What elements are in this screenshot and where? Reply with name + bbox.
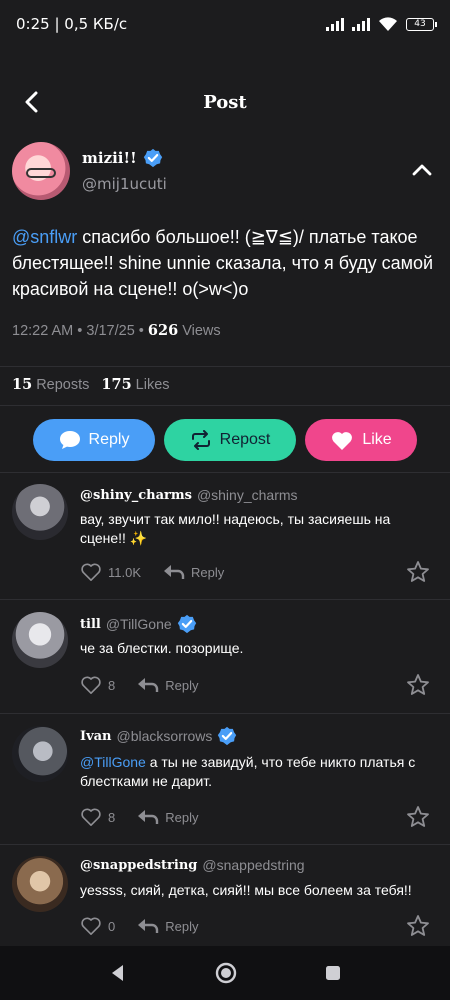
comment-reply-label: Reply xyxy=(165,677,199,693)
comment-item: till @TillGone че за блестки. позорище. … xyxy=(0,599,450,713)
comment-like-button[interactable]: 11.0K xyxy=(80,562,141,582)
comment-avatar[interactable] xyxy=(12,612,68,668)
comment-reply-label: Reply xyxy=(165,918,199,934)
nav-recents-icon[interactable] xyxy=(324,964,342,982)
post-body: @snflwr спасибо большое!! (≧∇≦)/ платье … xyxy=(12,224,438,302)
top-navigation: Post xyxy=(0,78,450,126)
comment-text: че за блестки. позорище. xyxy=(80,640,244,656)
comment-like-count: 11.0K xyxy=(108,564,142,580)
divider xyxy=(0,405,450,406)
comment-author-name[interactable]: Ivan xyxy=(80,729,112,744)
comment-author-name[interactable]: @snappedstring xyxy=(80,858,197,873)
comment-avatar[interactable] xyxy=(12,856,68,912)
comment-avatar[interactable] xyxy=(12,484,68,540)
chevron-left-icon xyxy=(25,91,38,113)
author-name[interactable]: mizii!! xyxy=(82,149,137,167)
reply-button[interactable]: Reply xyxy=(33,419,155,461)
comment-reply-label: Reply xyxy=(191,564,225,580)
star-icon[interactable] xyxy=(406,914,430,938)
comment-author-handle[interactable]: @TillGone xyxy=(106,616,172,632)
comment-text: вау, звучит так мило!! надеюсь, ты засия… xyxy=(80,511,391,546)
verified-icon xyxy=(218,726,237,746)
comment-text: @TillGone а ты не завидуй, что тебе никт… xyxy=(80,753,440,791)
comment-author-name[interactable]: till xyxy=(80,617,101,632)
comment-author-name[interactable]: @shiny_charms xyxy=(80,488,192,503)
repost-button-label: Repost xyxy=(219,431,271,448)
post-author: mizii!! @mij1ucuti xyxy=(12,142,438,202)
system-navigation-bar xyxy=(0,946,450,1000)
comment-reply-button[interactable]: Reply xyxy=(137,918,198,934)
reposts-label: Reposts xyxy=(36,377,90,393)
heart-outline-icon xyxy=(81,563,101,581)
battery-icon: 43 xyxy=(406,17,437,31)
comment-like-count: 8 xyxy=(108,809,116,825)
post-mention[interactable]: @snflwr xyxy=(12,227,77,247)
chevron-up-icon[interactable] xyxy=(410,160,434,180)
comment-reply-button[interactable]: Reply xyxy=(163,564,224,580)
page-title: Post xyxy=(203,91,247,113)
signal-icon-2 xyxy=(352,17,370,31)
comment-like-button[interactable]: 0 xyxy=(80,916,115,936)
nav-back-icon[interactable] xyxy=(108,963,128,983)
reposts-stat[interactable]: 15 Reposts xyxy=(12,376,89,393)
comment-like-count: 8 xyxy=(108,677,116,693)
like-button[interactable]: Like xyxy=(305,419,417,461)
reply-button-label: Reply xyxy=(88,431,130,448)
author-avatar[interactable] xyxy=(12,142,70,200)
comment-avatar[interactable] xyxy=(12,726,68,782)
comment-reply-label: Reply xyxy=(165,809,199,825)
divider xyxy=(0,366,450,367)
verified-icon xyxy=(143,148,162,168)
author-handle[interactable]: @mij1ucuti xyxy=(82,175,167,193)
repost-button[interactable]: Repost xyxy=(164,419,296,461)
comment-item: @shiny_charms @shiny_charms вау, звучит … xyxy=(0,472,450,599)
post-meta: 12:22 AM • 3/17/25 • 626 Views xyxy=(12,322,438,339)
views-label: Views xyxy=(182,323,221,339)
comment-text: yessss, сияй, детка, сияй!! мы все более… xyxy=(80,882,412,898)
star-icon[interactable] xyxy=(406,673,430,697)
comment-author-handle[interactable]: @shiny_charms xyxy=(197,487,298,503)
comment-like-button[interactable]: 8 xyxy=(80,807,115,827)
likes-label: Likes xyxy=(135,377,170,393)
heart-outline-icon xyxy=(81,808,101,826)
star-icon[interactable] xyxy=(406,805,430,829)
nav-home-icon[interactable] xyxy=(214,961,238,985)
comment-reply-button[interactable]: Reply xyxy=(137,809,198,825)
star-icon[interactable] xyxy=(406,560,430,584)
post-actions: Reply Repost Like xyxy=(0,419,450,461)
back-button[interactable] xyxy=(18,88,46,116)
reply-arrow-icon xyxy=(164,565,185,579)
heart-icon xyxy=(332,432,353,450)
likes-stat[interactable]: 175 Likes xyxy=(101,376,169,393)
comment-item: @snappedstring @snappedstring yessss, си… xyxy=(0,844,450,946)
comment-mention[interactable]: @TillGone xyxy=(80,754,146,770)
comment-like-count: 0 xyxy=(108,918,116,934)
reply-arrow-icon xyxy=(138,919,159,933)
status-bar: 0:25 | 0,5 КБ/с 43 xyxy=(0,0,450,48)
like-button-label: Like xyxy=(362,431,392,448)
verified-icon xyxy=(177,614,196,634)
speech-bubble-icon xyxy=(59,431,80,449)
reply-arrow-icon xyxy=(138,810,159,824)
likes-count: 175 xyxy=(101,376,132,393)
comment-item: Ivan @blacksorrows @TillGone а ты не зав… xyxy=(0,713,450,844)
comment-author-handle[interactable]: @snappedstring xyxy=(202,857,304,873)
views-count: 626 xyxy=(147,322,179,339)
reply-arrow-icon xyxy=(138,678,159,692)
repost-icon xyxy=(191,430,210,450)
status-bar-info: 0:25 | 0,5 КБ/с xyxy=(16,15,128,33)
wifi-icon xyxy=(379,17,397,31)
post-timestamp: 12:22 AM • 3/17/25 • xyxy=(12,323,144,339)
heart-outline-icon xyxy=(81,917,101,935)
comment-like-button[interactable]: 8 xyxy=(80,675,115,695)
comment-reply-button[interactable]: Reply xyxy=(137,677,198,693)
signal-icon xyxy=(326,17,344,31)
heart-outline-icon xyxy=(81,676,101,694)
post-stats: 15 Reposts 175 Likes xyxy=(12,376,170,393)
comment-author-handle[interactable]: @blacksorrows xyxy=(117,728,213,744)
reposts-count: 15 xyxy=(12,376,33,393)
